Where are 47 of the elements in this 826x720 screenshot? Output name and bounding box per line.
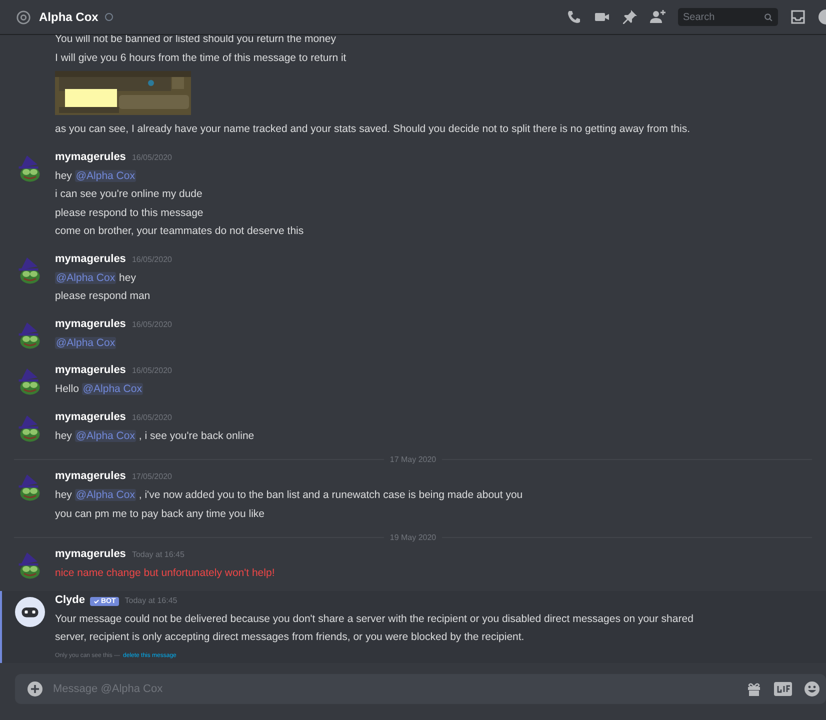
timestamp: 16/05/2020 [132,320,172,328]
message-text: i can see you're online my dude [55,187,204,202]
timestamp: Today at 16:45 [132,550,184,559]
search-icon[interactable] [764,12,773,22]
message-text: hey @Alpha Cox , i see you're back online [55,428,256,444]
message-text: You will not be banned or listed should you return the money [55,32,337,47]
author-name[interactable]: mymagerules [55,364,126,376]
search-bar[interactable]: Search [678,8,778,26]
timestamp: Today at 16:45 [124,596,178,604]
gif-icon[interactable] [774,681,792,697]
date-divider-label: 17 May 2020 [388,455,438,464]
author-name[interactable]: Clyde [55,594,85,606]
author-name[interactable]: mymagerules [55,252,126,264]
error-message-text: nice name change but unfortunately won't help! [55,566,276,581]
message-text: please respond man [55,289,152,304]
timestamp: 17/05/2020 [132,472,172,481]
channel-title: Alpha Cox [39,10,98,24]
author-name[interactable]: mymagerules [55,410,126,422]
author-name[interactable]: mymagerules [55,470,126,482]
message-text: Your message could not be delivered because you don't share a server with the recipient or you disabled direct messages on your shared server, recipient is only accepting direct messages from friends, or you were blocked by the recipient. [55,612,694,645]
timestamp: 16/05/2020 [132,412,172,422]
message-text: as you can see, I already have your name tracked and your stats saved. Should you decide not to split there is no getting away from this. [55,122,692,137]
author-name[interactable]: mymagerules [55,150,126,162]
message-text: @Alpha Cox hey [55,270,137,286]
message-text: Hello @Alpha Cox [55,382,144,397]
gift-icon[interactable] [746,681,762,697]
author-name[interactable]: mymagerules [55,318,126,330]
timestamp: 16/05/2020 [132,254,172,264]
status-icon [105,13,114,21]
plus-icon[interactable] [27,681,43,697]
message-text: hey @Alpha Cox [55,168,137,184]
pin-icon[interactable] [622,9,638,25]
add-friend-icon[interactable] [650,9,666,25]
message-text: hey @Alpha Cox , i've now added you to the ban list and a runewatch case is being made about you [55,488,524,503]
message-text: you can pm me to pay back any time you like [55,506,266,522]
search-input[interactable]: Search [683,12,764,22]
timestamp: 16/05/2020 [132,152,172,162]
message-text: please respond to this message [55,206,204,220]
author-name[interactable]: mymagerules [55,548,126,560]
phone-call-icon[interactable] [566,9,582,25]
timestamp: 16/05/2020 [132,366,172,375]
emoji-icon[interactable] [804,681,820,697]
inbox-icon[interactable] [790,9,806,25]
message-text: come on brother, your teammates do not deserve this [55,224,305,239]
date-divider-label: 19 May 2020 [388,533,438,542]
robot-avatar[interactable] [15,596,45,626]
message-text: I will give you 6 hours from the time of this message to return it [55,50,348,66]
